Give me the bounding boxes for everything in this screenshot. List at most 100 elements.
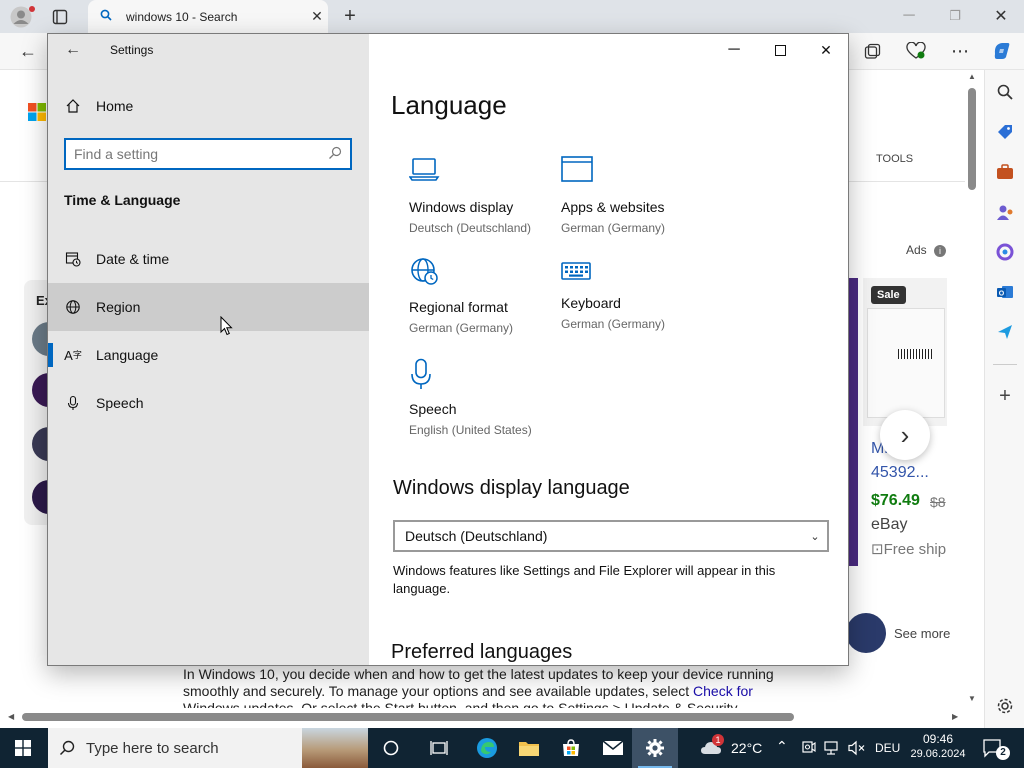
edge-taskbar-icon[interactable] — [464, 728, 510, 768]
tab-windows-search[interactable]: windows 10 - Search ✕ — [88, 0, 328, 33]
display-language-dropdown[interactable]: Deutsch (Deutschland) ⌄ — [393, 520, 829, 552]
shopping-tag-icon[interactable] — [991, 118, 1019, 146]
article-text: In Windows 10, you decide when and how t… — [183, 666, 823, 708]
page-scrollbar-horizontal[interactable]: ◀ ▶ — [8, 710, 964, 724]
microsoft-store-icon[interactable] — [548, 728, 594, 768]
page-scrollbar-vertical[interactable]: ▲ ▼ — [965, 70, 979, 710]
sidebar-search-icon[interactable] — [991, 78, 1019, 106]
copilot-icon[interactable] — [990, 39, 1014, 63]
tile-windows-display[interactable]: Windows display Deutsch (Deutschland) — [408, 156, 559, 235]
tools-tab[interactable]: TOOLS — [876, 153, 913, 165]
nav-language[interactable]: A字 Language — [48, 331, 369, 379]
send-icon[interactable] — [991, 318, 1019, 346]
scroll-left-icon[interactable]: ◀ — [8, 712, 14, 721]
close-window-icon[interactable]: ✕ — [815, 40, 837, 60]
tile-sublabel: Deutsch (Deutschland) — [409, 221, 532, 235]
scrollbar-thumb-horizontal[interactable] — [22, 713, 794, 721]
collections-icon[interactable] — [860, 40, 884, 62]
file-explorer-icon[interactable] — [506, 728, 552, 768]
weather-badge: 1 — [712, 734, 724, 746]
tray-chevron-up-icon[interactable]: ⌃ — [776, 738, 788, 755]
notification-count-badge: 2 — [996, 746, 1010, 760]
product-title-line2[interactable]: 45392... — [871, 464, 929, 482]
check-for-updates-link[interactable]: Check for — [693, 683, 753, 699]
tile-label: Apps & websites — [561, 199, 665, 215]
settings-search-box[interactable] — [64, 138, 352, 170]
outlook-icon[interactable]: O — [991, 278, 1019, 306]
microsoft365-icon[interactable] — [991, 238, 1019, 266]
keyboard-language-indicator[interactable]: DEU — [875, 741, 900, 755]
see-more-thumbnail[interactable] — [846, 613, 886, 653]
mail-icon[interactable] — [590, 728, 636, 768]
meet-now-icon[interactable] — [802, 739, 816, 758]
network-icon[interactable] — [824, 740, 840, 759]
info-icon[interactable]: i — [934, 245, 947, 257]
minimize-browser-icon[interactable]: ─ — [898, 6, 920, 26]
taskbar-search-box[interactable]: Type here to search — [48, 728, 368, 768]
close-browser-icon[interactable]: ✕ — [990, 6, 1012, 26]
see-more-link[interactable]: See more — [894, 626, 950, 641]
ads-label-text: Ads — [906, 243, 927, 257]
microsoft-logo-icon — [28, 103, 46, 121]
nav-language-label: Language — [96, 347, 159, 363]
tab-title: windows 10 - Search — [126, 9, 238, 24]
section-title: Time & Language — [64, 192, 181, 208]
browser-essentials-icon[interactable] — [904, 40, 928, 62]
search-icon[interactable] — [328, 146, 342, 163]
sale-badge: Sale — [871, 286, 906, 304]
temperature-label[interactable]: 22°C — [731, 740, 762, 756]
tile-label: Regional format — [409, 299, 508, 315]
games-icon[interactable] — [991, 198, 1019, 226]
notification-center-icon[interactable]: 2 — [982, 737, 1010, 762]
tile-keyboard[interactable]: Keyboard German (Germany) — [561, 256, 711, 331]
minimize-icon[interactable]: ─ — [723, 40, 745, 60]
tile-apps-websites[interactable]: Apps & websites German (Germany) — [561, 156, 711, 235]
back-icon[interactable]: ← — [16, 40, 40, 62]
product-store: eBay — [871, 516, 908, 533]
tile-regional-format[interactable]: Regional format German (Germany) — [409, 256, 559, 335]
weather-icon[interactable]: 1 — [700, 734, 726, 758]
add-sidebar-app-icon[interactable]: + — [991, 382, 1019, 410]
article-line-1: In Windows 10, you decide when and how t… — [183, 666, 774, 682]
nav-speech[interactable]: Speech — [48, 379, 369, 427]
carousel-next-icon[interactable]: › — [880, 410, 930, 460]
globe-icon — [48, 299, 96, 315]
new-tab-icon[interactable]: + — [338, 4, 362, 28]
back-arrow-icon[interactable]: ← — [62, 40, 84, 60]
settings-taskbar-icon[interactable] — [632, 728, 678, 768]
scroll-down-icon[interactable]: ▼ — [968, 694, 976, 703]
task-view-icon[interactable] — [416, 728, 462, 768]
tab-actions-icon[interactable] — [48, 6, 72, 28]
search-icon — [100, 9, 112, 24]
tile-sublabel: English (United States) — [409, 423, 532, 437]
calendar-clock-icon — [48, 251, 96, 267]
start-button[interactable] — [0, 728, 46, 768]
shipping-icon: ⊡ — [871, 541, 884, 558]
tile-sublabel: German (Germany) — [561, 221, 666, 235]
nav-region[interactable]: Region — [48, 283, 369, 331]
tools-briefcase-icon[interactable] — [991, 158, 1019, 186]
nav-date-time[interactable]: Date & time — [48, 235, 369, 283]
close-tab-icon[interactable]: ✕ — [306, 8, 328, 25]
clock[interactable]: 09:46 29.06.2024 — [906, 732, 970, 762]
tile-label: Keyboard — [561, 295, 621, 311]
cortana-icon[interactable] — [368, 728, 414, 768]
nav-home-label: Home — [96, 98, 134, 114]
restore-browser-icon[interactable]: ❐ — [944, 6, 966, 26]
page-title: Language — [391, 90, 507, 120]
taskbar-search-placeholder: Type here to search — [86, 739, 219, 757]
scroll-right-icon[interactable]: ▶ — [952, 712, 958, 721]
nav-home[interactable]: Home — [48, 82, 369, 130]
tile-sublabel: German (Germany) — [561, 317, 666, 331]
tile-speech[interactable]: Speech English (United States) — [409, 358, 559, 437]
article-line-2-text: smoothly and securely. To manage your op… — [183, 683, 694, 699]
scrollbar-thumb[interactable] — [968, 88, 976, 190]
scroll-up-icon[interactable]: ▲ — [968, 72, 976, 81]
find-setting-input[interactable] — [74, 146, 328, 162]
volume-muted-icon[interactable] — [848, 740, 866, 759]
maximize-icon[interactable] — [769, 40, 791, 60]
article-line-3: Windows updates. Or select the Start but… — [183, 700, 738, 708]
sidebar-settings-icon[interactable] — [991, 692, 1019, 720]
more-options-icon[interactable]: ⋯ — [948, 40, 972, 62]
profile-icon[interactable] — [8, 4, 35, 30]
